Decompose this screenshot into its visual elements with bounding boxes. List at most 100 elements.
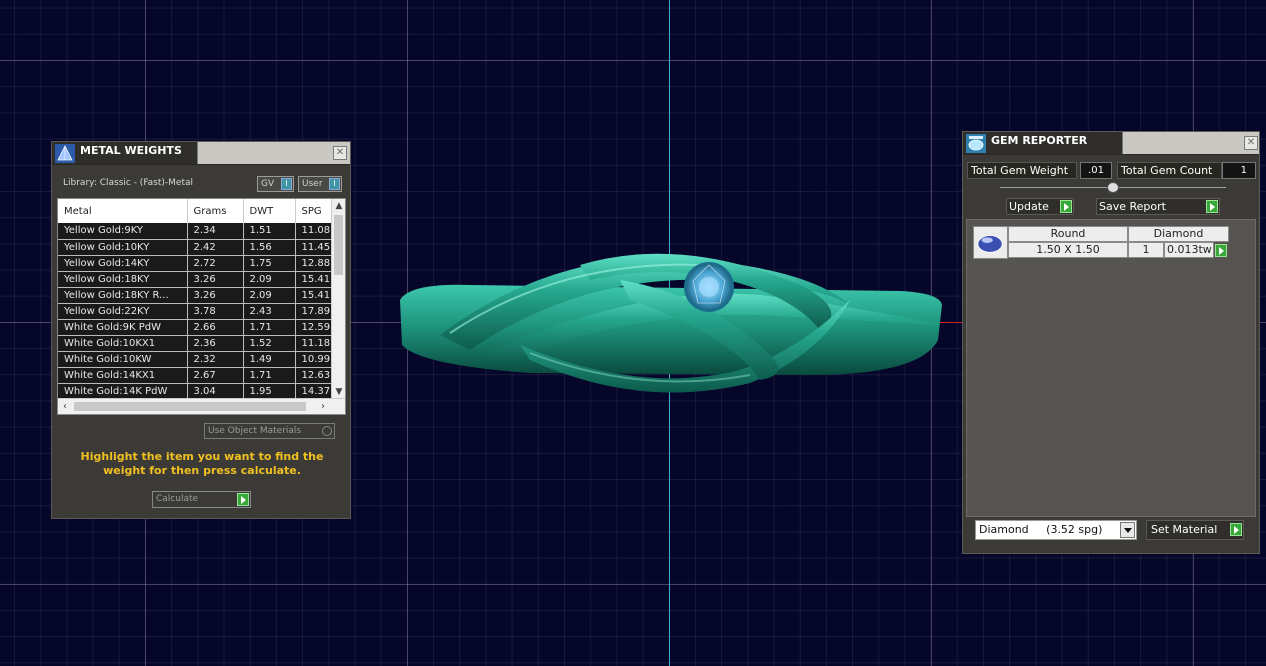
table-cell: 2.67 — [187, 367, 244, 384]
table-cell: Yellow Gold:14KY — [58, 255, 188, 272]
play-arrow-icon — [1206, 200, 1218, 213]
play-arrow-icon[interactable] — [1215, 244, 1227, 257]
table-row[interactable]: Yellow Gold:22KY 3.78 2.43 17.89 — [58, 303, 333, 320]
play-arrow-icon — [1060, 200, 1072, 213]
table-cell: 12.59 — [295, 319, 333, 336]
table-cell: 2.09 — [243, 271, 296, 288]
gem-size: 1.50 X 1.50 — [1008, 242, 1128, 258]
gv-toggle[interactable]: GV I — [257, 176, 294, 192]
table-cell: 1.51 — [243, 223, 296, 240]
table-cell: 15.41 — [295, 287, 333, 304]
table-cell: 3.26 — [187, 271, 244, 288]
gem-count: 1 — [1128, 242, 1164, 258]
gem-reporter-body: Total Gem Weight .01 Total Gem Count 1 U… — [964, 156, 1258, 551]
metal-weights-titlebar[interactable]: METAL WEIGHTS ✕ — [52, 142, 350, 165]
metal-weights-icon — [55, 144, 75, 163]
set-material-button[interactable]: Set Material — [1146, 520, 1244, 540]
splitter-handle[interactable] — [1107, 182, 1119, 193]
use-object-materials-label: Use Object Materials — [208, 426, 302, 436]
table-row[interactable]: White Gold:10KW 2.32 1.49 10.99 — [58, 351, 333, 368]
table-cell: 2.43 — [243, 303, 296, 320]
scroll-down-icon[interactable]: ▼ — [332, 385, 345, 399]
table-cell: 12.88 — [295, 255, 333, 272]
radio-icon — [322, 426, 332, 436]
table-row[interactable]: Yellow Gold:18KY 3.26 2.09 15.41 — [58, 271, 333, 288]
column-header[interactable]: Grams — [187, 199, 244, 223]
table-row[interactable]: White Gold:14K PdW 3.04 1.95 14.37 — [58, 383, 333, 400]
scroll-up-icon[interactable]: ▲ — [332, 199, 345, 213]
save-report-label: Save Report — [1099, 200, 1166, 213]
table-cell: 1.71 — [243, 319, 296, 336]
table-cell: 15.41 — [295, 271, 333, 288]
table-cell: 12.63 — [295, 367, 333, 384]
column-header[interactable]: Metal — [58, 199, 188, 223]
table-cell: 1.56 — [243, 239, 296, 256]
table-cell: 3.78 — [187, 303, 244, 320]
gem-reporter-titlebar[interactable]: GEM REPORTER ✕ — [963, 132, 1259, 155]
gem-list[interactable]: Round Diamond 1.50 X 1.50 1 0.013tw — [966, 219, 1256, 517]
horizontal-scrollbar[interactable]: ‹ › — [58, 398, 345, 414]
table-cell: Yellow Gold:10KY — [58, 239, 188, 256]
instruction-text: Highlight the item you want to find the … — [80, 450, 324, 477]
table-cell: White Gold:14KX1 — [58, 367, 188, 384]
table-header-row: Metal Grams DWT SPG — [58, 199, 333, 223]
toggle-icon: I — [329, 178, 340, 190]
total-gem-count-label: Total Gem Count — [1117, 162, 1222, 179]
scroll-right-icon[interactable]: › — [316, 399, 330, 414]
table-cell: 11.45 — [295, 239, 333, 256]
table-row[interactable]: Yellow Gold:14KY 2.72 1.75 12.88 — [58, 255, 333, 272]
metal-table[interactable]: Metal Grams DWT SPG Yellow Gold:9KY 2.34 1… — [57, 198, 346, 415]
gem-material: Diamond — [1128, 226, 1229, 242]
user-label: User — [302, 179, 323, 189]
table-row[interactable]: White Gold:10KX1 2.36 1.52 11.18 — [58, 335, 333, 352]
play-arrow-icon — [1230, 523, 1242, 536]
table-row[interactable]: White Gold:14KX1 2.67 1.71 12.63 — [58, 367, 333, 384]
table-cell: 3.26 — [187, 287, 244, 304]
round-gem-icon — [973, 226, 1008, 259]
table-row[interactable]: Yellow Gold:9KY 2.34 1.51 11.08 — [58, 223, 333, 240]
table-row[interactable]: White Gold:9K PdW 2.66 1.71 12.59 — [58, 319, 333, 336]
scroll-left-icon[interactable]: ‹ — [58, 399, 72, 414]
vertical-scrollbar[interactable]: ▲ ▼ — [331, 199, 345, 399]
table-cell: 3.04 — [187, 383, 244, 400]
chevron-down-icon[interactable] — [1120, 522, 1135, 538]
library-label: Library: Classic - (Fast)-Metal — [63, 178, 194, 188]
use-object-materials-toggle[interactable]: Use Object Materials — [204, 423, 335, 439]
table-cell: White Gold:14K PdW — [58, 383, 188, 400]
column-header[interactable]: DWT — [243, 199, 296, 223]
save-report-button[interactable]: Save Report — [1096, 198, 1220, 215]
close-icon[interactable]: ✕ — [1244, 136, 1258, 150]
update-button[interactable]: Update — [1006, 198, 1074, 215]
gem-shape: Round — [1008, 226, 1128, 242]
ring-model-3d[interactable] — [380, 225, 960, 415]
table-cell: 2.66 — [187, 319, 244, 336]
material-select[interactable]: Diamond (3.52 spg) — [975, 520, 1137, 540]
table-cell: White Gold:10KW — [58, 351, 188, 368]
table-cell: 11.18 — [295, 335, 333, 352]
toggle-icon: I — [281, 178, 292, 190]
table-cell: 2.36 — [187, 335, 244, 352]
table-cell: 11.08 — [295, 223, 333, 240]
close-icon[interactable]: ✕ — [333, 146, 347, 160]
table-cell: 1.71 — [243, 367, 296, 384]
set-material-label: Set Material — [1151, 523, 1218, 536]
user-toggle[interactable]: User I — [298, 176, 342, 192]
table-row[interactable]: Yellow Gold:18KY R... 3.26 2.09 15.41 — [58, 287, 333, 304]
metal-weights-panel: METAL WEIGHTS ✕ Library: Classic - (Fast… — [51, 141, 351, 519]
update-label: Update — [1009, 200, 1049, 213]
total-gem-count-value: 1 — [1222, 162, 1256, 179]
table-cell: Yellow Gold:9KY — [58, 223, 188, 240]
table-row[interactable]: Yellow Gold:10KY 2.42 1.56 11.45 — [58, 239, 333, 256]
gem-list-item[interactable]: Round Diamond 1.50 X 1.50 1 0.013tw — [973, 226, 1229, 259]
calculate-label: Calculate — [156, 494, 199, 504]
table-cell: 2.32 — [187, 351, 244, 368]
scroll-thumb[interactable] — [334, 215, 343, 275]
table-cell: 14.37 — [295, 383, 333, 400]
table-cell: 1.95 — [243, 383, 296, 400]
calculate-button[interactable]: Calculate — [152, 491, 251, 508]
gem-reporter-icon — [966, 134, 986, 153]
scroll-thumb[interactable] — [74, 402, 306, 411]
table-cell: 2.72 — [187, 255, 244, 272]
column-header[interactable]: SPG — [295, 199, 333, 223]
gem-weight: 0.013tw — [1164, 242, 1214, 258]
